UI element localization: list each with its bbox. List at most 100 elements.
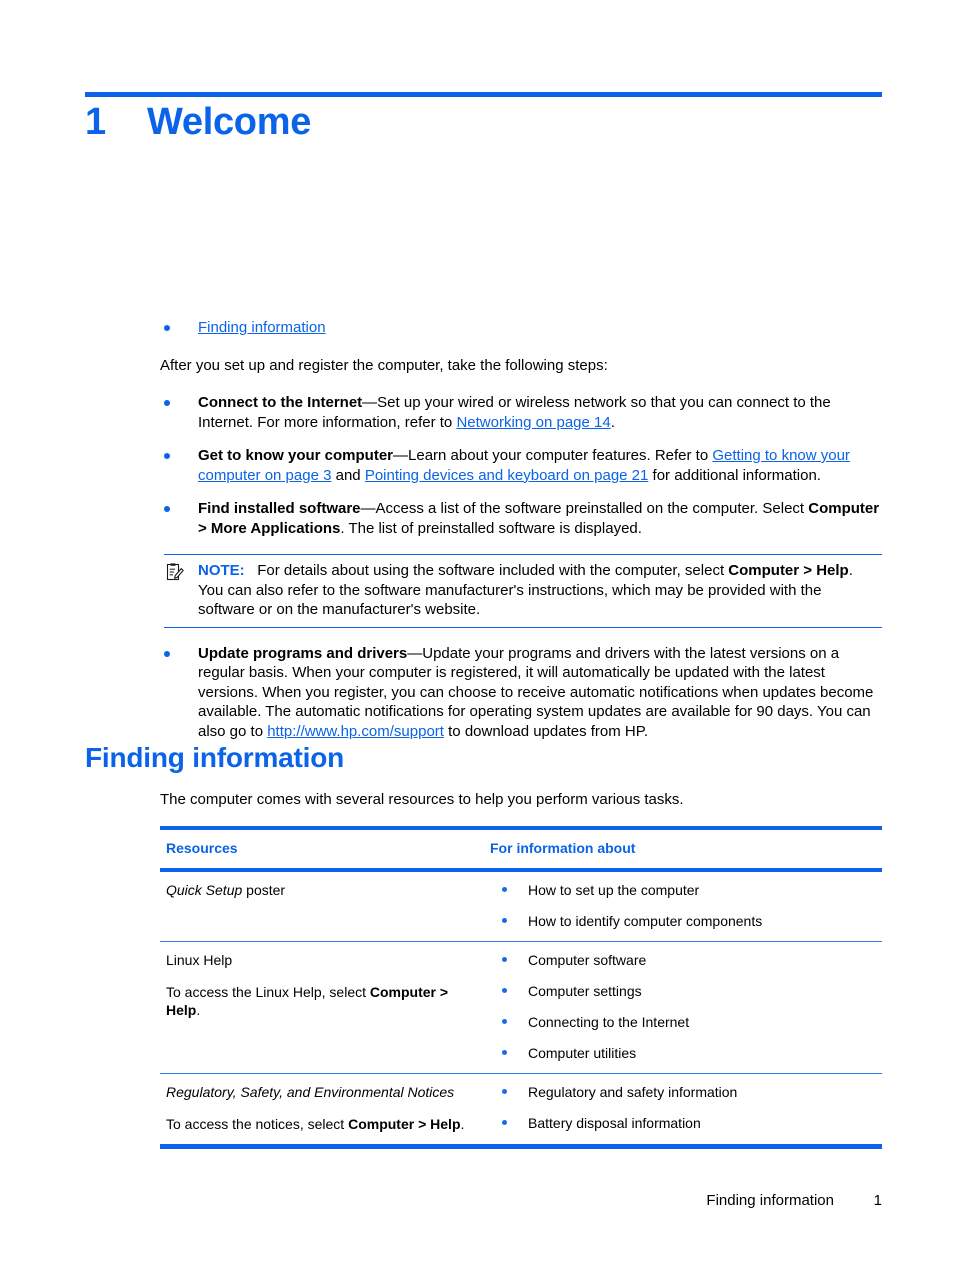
table-cell-resource: Quick Setup poster (160, 872, 490, 941)
bullet-dot-icon (164, 453, 170, 459)
resource-name: Regulatory, Safety, and Environmental No… (166, 1084, 455, 1100)
info-text: Battery disposal information (528, 1115, 701, 1131)
footer-section-label: Finding information (706, 1192, 834, 1209)
bullet-text: Learn about your computer features. Refe… (408, 447, 713, 464)
info-text: How to identify computer components (528, 913, 763, 929)
note-content: NOTE: For details about using the softwa… (164, 561, 882, 620)
instruction-post: . (460, 1116, 465, 1132)
section-heading-finding-information: Finding information (85, 742, 345, 773)
resource-access-instruction: To access the Linux Help, select Compute… (166, 983, 480, 1019)
resource-name: Linux Help (166, 952, 233, 968)
bullet-dot-icon (164, 400, 170, 406)
bullet-text-tail: . (610, 413, 615, 431)
chapter-number: 1 (85, 101, 106, 143)
link-networking-page-14[interactable]: Networking on page 14 (456, 414, 610, 431)
body-column: Finding information After you set up and… (160, 318, 882, 741)
table-header-cell-for-information-about: For information about (490, 830, 882, 868)
page-footer: Finding information 1 (160, 1192, 882, 1209)
link-pointing-devices-and-keyboard-page-21[interactable]: Pointing devices and keyboard on page 21 (365, 467, 649, 484)
list-item: How to set up the computer (490, 881, 878, 899)
chapter-heading: 1 Welcome (85, 101, 885, 144)
list-item: Battery disposal information (490, 1114, 878, 1132)
resource-title-italic: Quick Setup (166, 882, 243, 898)
info-text: Connecting to the Internet (528, 1014, 690, 1030)
list-item: Finding information (160, 318, 882, 338)
note-label: NOTE: (198, 562, 245, 579)
bullet-text-tail: . The list of preinstalled software is d… (340, 519, 642, 537)
bullet-dash: — (393, 447, 409, 464)
info-text: Computer settings (528, 983, 642, 999)
instruction-pre: To access the notices, select (166, 1116, 349, 1132)
table-cell-info: Computer software Computer settings Conn… (490, 942, 882, 1073)
note-clipboard-pencil-icon (166, 563, 184, 581)
list-item: Computer settings (490, 982, 878, 1000)
footer-page-number: 1 (873, 1192, 882, 1209)
menu-path-computer-help: Computer > Help (348, 1116, 461, 1132)
table-cell-info: How to set up the computer How to identi… (490, 872, 882, 941)
resource-name: Quick Setup poster (166, 881, 480, 899)
bullet-dot-icon (502, 887, 507, 892)
document-page: 1 Welcome Finding information After you … (0, 0, 954, 1270)
table-row: Regulatory, Safety, and Environmental No… (160, 1074, 882, 1149)
chapter-rule (85, 92, 882, 97)
list-item: Computer software (490, 951, 878, 969)
table-header-row: Resources For information about (160, 830, 882, 872)
list-item-get-to-know-computer: Get to know your computer—Learn about yo… (160, 446, 882, 485)
table-cell-resource: Linux Help To access the Linux Help, sel… (160, 942, 490, 1073)
bullet-text-tail: to download updates from HP. (443, 722, 648, 740)
info-text: How to set up the computer (528, 882, 700, 898)
note-callout: NOTE: For details about using the softwa… (164, 554, 882, 628)
bullet-dash: — (407, 644, 423, 662)
bullet-dot-icon (502, 988, 507, 993)
bullet-dash: — (362, 394, 378, 411)
list-item-update-programs-and-drivers: Update programs and drivers—Update your … (160, 644, 882, 742)
resource-title-plain: poster (242, 882, 286, 898)
bullet-text-mid: and (331, 466, 365, 484)
bullet-term: Get to know your computer (198, 447, 394, 464)
bullet-dot-icon (502, 1050, 507, 1055)
menu-path-computer-help: Computer > Help (728, 562, 849, 579)
list-item-connect-to-internet: Connect to the Internet—Set up your wire… (160, 393, 882, 432)
table-row: Quick Setup poster How to set up the com… (160, 872, 882, 942)
chapter-title: Welcome (147, 101, 312, 143)
bullet-dot-icon (502, 918, 507, 923)
bullet-term: Update programs and drivers (198, 644, 408, 662)
intro-lead-paragraph: After you set up and register the comput… (160, 356, 608, 374)
bullet-dot-icon (502, 1120, 507, 1125)
link-hp-support-url[interactable]: http://www.hp.com/support (267, 723, 444, 740)
bullet-dot-icon (502, 1019, 507, 1024)
bullet-dot-icon (502, 957, 507, 962)
info-text: Computer utilities (528, 1045, 637, 1061)
list-item: How to identify computer components (490, 912, 878, 930)
bullet-dot-icon (164, 506, 170, 512)
table-cell-resource: Regulatory, Safety, and Environmental No… (160, 1074, 490, 1144)
resource-access-instruction: To access the notices, select Computer >… (166, 1115, 480, 1133)
column-header-label: Resources (166, 840, 238, 856)
info-text: Regulatory and safety information (528, 1084, 738, 1100)
bullet-dot-icon (164, 650, 170, 657)
instruction-pre: To access the Linux Help, select (166, 984, 370, 1000)
list-item-find-installed-software: Find installed software—Access a list of… (160, 499, 882, 538)
list-item: Computer utilities (490, 1044, 878, 1062)
bullet-dash: — (360, 500, 376, 517)
bullet-text-tail: for additional information. (648, 466, 821, 484)
list-item: Connecting to the Internet (490, 1013, 878, 1031)
section-intro-paragraph: The computer comes with several resource… (160, 791, 684, 808)
bullet-text: Access a list of the software preinstall… (375, 500, 809, 517)
note-gap (245, 562, 258, 579)
bullet-term: Connect to the Internet (198, 394, 363, 411)
toc-link-finding-information[interactable]: Finding information (198, 319, 326, 336)
table-header-cell-resources: Resources (160, 830, 490, 868)
column-header-label: For information about (490, 840, 636, 856)
table-row: Linux Help To access the Linux Help, sel… (160, 942, 882, 1074)
bullet-term: Find installed software (198, 500, 361, 517)
list-item: Regulatory and safety information (490, 1083, 878, 1101)
note-text: For details about using the software inc… (257, 562, 729, 579)
resources-table: Resources For information about Quick Se… (160, 826, 882, 1149)
info-text: Computer software (528, 952, 647, 968)
table-cell-info: Regulatory and safety information Batter… (490, 1074, 882, 1144)
